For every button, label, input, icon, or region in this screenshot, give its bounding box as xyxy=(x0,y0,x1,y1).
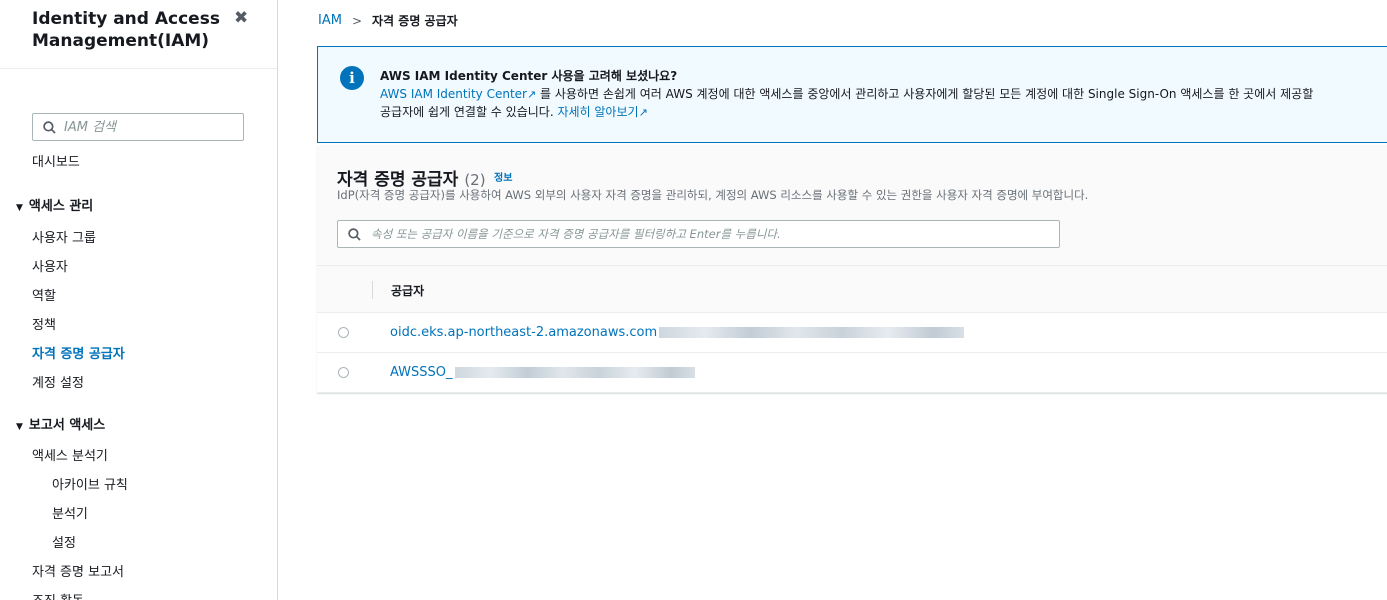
panel-description: IdP(자격 증명 공급자)를 사용하여 AWS 외부의 사용자 자격 증명을 … xyxy=(337,188,1089,202)
redacted-text xyxy=(659,327,965,338)
sidebar-item-analyzers[interactable]: 분석기 xyxy=(52,503,88,522)
breadcrumb-iam[interactable]: IAM xyxy=(318,13,342,28)
info-link[interactable]: 정보 xyxy=(494,169,512,184)
info-banner-line1-text: 를 사용하면 손쉽게 여러 AWS 계정에 대한 액세스를 중앙에서 관리하고 … xyxy=(536,87,1314,101)
external-link-icon: ↗ xyxy=(638,106,648,119)
sidebar-item-roles[interactable]: 역할 xyxy=(32,285,56,304)
info-banner-line1: AWS IAM Identity Center↗ 를 사용하면 손쉽게 여러 A… xyxy=(380,85,1313,102)
sidebar-item-dashboard[interactable]: 대시보드 xyxy=(32,151,80,170)
info-banner-title: AWS IAM Identity Center 사용을 고려해 보셨나요? xyxy=(380,69,678,83)
sidebar-item-identity-providers[interactable]: 자격 증명 공급자 xyxy=(32,343,125,362)
info-icon: i xyxy=(340,66,364,90)
table-row: oidc.eks.ap-northeast-2.amazonaws.com xyxy=(317,313,1387,353)
sidebar-item-user-groups[interactable]: 사용자 그룹 xyxy=(32,227,96,246)
sidebar-divider xyxy=(0,68,277,69)
search-icon xyxy=(348,227,361,241)
external-link-icon: ↗ xyxy=(526,88,537,101)
sidebar-item-archive-rules[interactable]: 아카이브 규칙 xyxy=(52,474,128,493)
provider-name: oidc.eks.ap-northeast-2.amazonaws.com xyxy=(390,325,658,340)
section-label: 보고서 액세스 xyxy=(28,418,106,433)
table-row: AWSSSO_ xyxy=(317,353,1387,393)
sidebar-item-account-settings[interactable]: 계정 설정 xyxy=(32,372,84,391)
table-header: 공급자 xyxy=(317,265,1387,313)
provider-link[interactable]: oidc.eks.ap-northeast-2.amazonaws.com xyxy=(390,325,965,340)
panel-header: 자격 증명 공급자 (2) 정보 IdP(자격 증명 공급자)를 사용하여 AWS… xyxy=(317,145,1387,265)
learn-more-link[interactable]: 자세히 알아보기 xyxy=(557,105,638,119)
sidebar-item-access-analyzer[interactable]: 액세스 분석기 xyxy=(32,445,108,464)
sidebar-item-users[interactable]: 사용자 xyxy=(32,256,68,275)
sidebar-item-org-activity[interactable]: 조직 활동 xyxy=(32,590,84,600)
caret-down-icon: ▼ xyxy=(16,203,23,213)
row-radio[interactable] xyxy=(338,327,349,338)
breadcrumb: IAM > 자격 증명 공급자 xyxy=(318,12,458,29)
sidebar-item-policies[interactable]: 정책 xyxy=(32,314,56,333)
info-banner: i AWS IAM Identity Center 사용을 고려해 보셨나요? … xyxy=(317,46,1387,143)
section-access-management[interactable]: ▼ 액세스 관리 xyxy=(16,195,93,214)
column-header-provider[interactable]: 공급자 xyxy=(391,282,424,299)
sidebar-item-settings[interactable]: 설정 xyxy=(52,532,76,551)
sidebar: Identity and Access Management(IAM) ✖ 대시… xyxy=(0,0,278,600)
breadcrumb-current: 자격 증명 공급자 xyxy=(372,14,458,28)
info-banner-line2: 공급자에 쉽게 연결할 수 있습니다. 자세히 알아보기↗ xyxy=(380,103,648,120)
sidebar-item-credential-report[interactable]: 자격 증명 보고서 xyxy=(32,561,124,580)
section-label: 액세스 관리 xyxy=(28,199,94,214)
close-icon[interactable]: ✖ xyxy=(234,8,248,28)
provider-name: AWSSSO_ xyxy=(390,365,453,380)
search-icon xyxy=(43,120,56,134)
caret-down-icon: ▼ xyxy=(16,422,23,432)
provider-filter-input[interactable] xyxy=(369,226,1053,242)
row-radio[interactable] xyxy=(338,367,349,378)
column-divider xyxy=(372,281,373,299)
provider-link[interactable]: AWSSSO_ xyxy=(390,365,695,380)
sidebar-search[interactable] xyxy=(32,113,244,141)
provider-filter[interactable] xyxy=(337,220,1060,248)
sidebar-header: Identity and Access Management(IAM) ✖ xyxy=(32,8,262,52)
identity-center-link[interactable]: AWS IAM Identity Center xyxy=(380,87,527,101)
section-access-reports[interactable]: ▼ 보고서 액세스 xyxy=(16,414,105,433)
redacted-text xyxy=(454,367,695,378)
identity-providers-panel: 자격 증명 공급자 (2) 정보 IdP(자격 증명 공급자)를 사용하여 AWS… xyxy=(317,145,1387,393)
search-input[interactable] xyxy=(62,118,236,136)
chevron-right-icon: > xyxy=(351,13,363,28)
sidebar-title: Identity and Access Management(IAM) xyxy=(32,9,220,51)
info-banner-line2-text: 공급자에 쉽게 연결할 수 있습니다. xyxy=(380,105,558,119)
